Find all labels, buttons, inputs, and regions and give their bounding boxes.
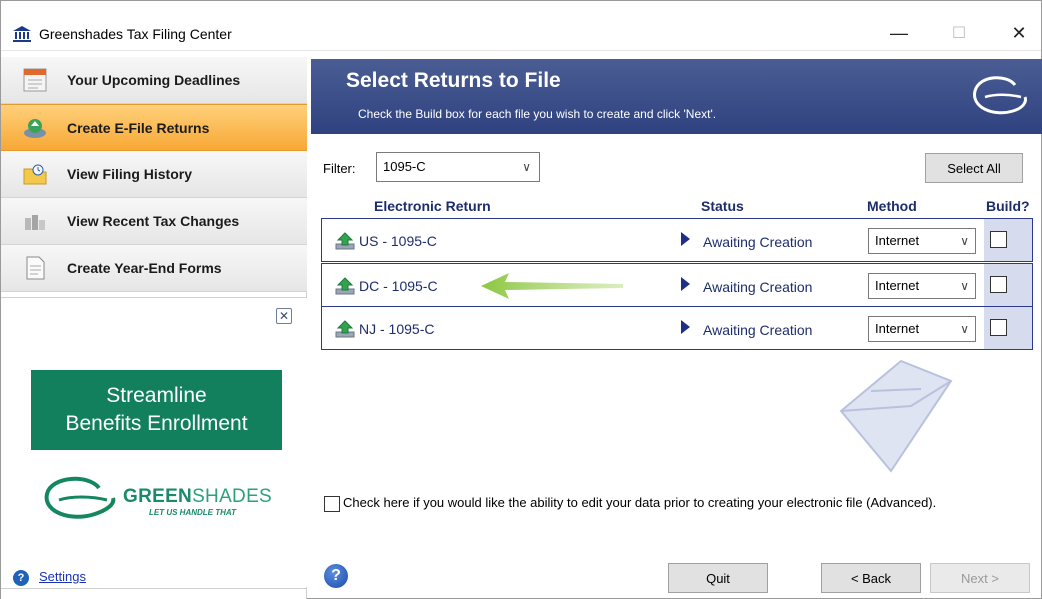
advanced-edit-checkbox[interactable]	[324, 496, 340, 512]
column-header-method: Method	[867, 198, 917, 214]
sidebar: Your Upcoming Deadlines Create E-File Re…	[1, 57, 307, 599]
build-checkbox[interactable]	[990, 231, 1007, 248]
envelope-watermark-icon	[839, 359, 953, 473]
return-status: Awaiting Creation	[703, 234, 813, 250]
filter-label: Filter:	[323, 161, 356, 176]
chevron-down-icon: ∨	[960, 234, 969, 248]
chevron-down-icon: ∨	[522, 160, 531, 174]
window-title: Greenshades Tax Filing Center	[39, 26, 232, 42]
return-name: NJ - 1095-C	[359, 321, 435, 337]
return-status: Awaiting Creation	[703, 279, 813, 295]
play-icon[interactable]	[681, 277, 690, 291]
table-row: DC - 1095-C Awaiting Creation Internet ∨	[321, 263, 1033, 307]
build-checkbox[interactable]	[990, 319, 1007, 336]
sidebar-item-label: Create Year-End Forms	[67, 260, 222, 276]
title-bar: Greenshades Tax Filing Center — ☐ ✕	[1, 1, 1041, 51]
sidebar-item-view-recent-tax-changes[interactable]: View Recent Tax Changes	[1, 198, 307, 245]
greenshades-swoosh-icon	[44, 476, 116, 519]
folder-icon	[23, 164, 47, 185]
document-icon	[26, 256, 45, 280]
sidebar-footer	[1, 588, 307, 599]
method-dropdown[interactable]: Internet ∨	[868, 316, 976, 342]
build-cell	[984, 264, 1032, 306]
build-checkbox[interactable]	[990, 276, 1007, 293]
ad-close-icon[interactable]: ✕	[276, 308, 292, 324]
page-subtitle: Check the Build box for each file you wi…	[358, 107, 717, 121]
ad-line-2: Benefits Enrollment	[65, 412, 248, 435]
efile-icon	[24, 119, 46, 138]
return-name: DC - 1095-C	[359, 278, 438, 294]
page-title: Select Returns to File	[346, 69, 561, 92]
close-button[interactable]: ✕	[997, 19, 1041, 47]
upload-icon	[335, 277, 355, 295]
column-header-status: Status	[701, 198, 744, 214]
method-dropdown[interactable]: Internet ∨	[868, 228, 976, 254]
maximize-button[interactable]: ☐	[937, 19, 981, 47]
brand-name: GREENSHADES	[123, 486, 273, 507]
upload-icon	[335, 320, 355, 338]
help-icon[interactable]: ?	[13, 570, 29, 586]
method-value: Internet	[875, 321, 920, 336]
sidebar-item-view-filing-history[interactable]: View Filing History	[1, 151, 307, 198]
select-all-button[interactable]: Select All	[925, 153, 1023, 183]
calendar-icon	[23, 68, 47, 92]
sidebar-item-label: View Recent Tax Changes	[67, 213, 240, 229]
filter-value: 1095-C	[383, 159, 426, 174]
help-icon[interactable]: ?	[324, 564, 348, 588]
column-header-return: Electronic Return	[374, 198, 491, 214]
page-header: Select Returns to File Check the Build b…	[311, 59, 1042, 134]
quit-button[interactable]: Quit	[668, 563, 768, 593]
greenshades-logo-icon	[973, 76, 1027, 115]
ad-line-1: Streamline	[106, 384, 207, 407]
chevron-down-icon: ∨	[960, 279, 969, 293]
chevron-down-icon: ∨	[960, 322, 969, 336]
ad-banner[interactable]: Streamline Benefits Enrollment	[31, 370, 282, 450]
next-button[interactable]: Next >	[930, 563, 1030, 593]
return-status: Awaiting Creation	[703, 322, 813, 338]
return-name: US - 1095-C	[359, 233, 437, 249]
coins-icon	[25, 215, 45, 230]
method-value: Internet	[875, 278, 920, 293]
build-cell	[984, 219, 1032, 261]
sidebar-item-upcoming-deadlines[interactable]: Your Upcoming Deadlines	[1, 57, 307, 104]
sidebar-item-label: View Filing History	[67, 166, 192, 182]
left-arrow-icon	[481, 273, 623, 299]
advanced-edit-label[interactable]: Check here if you would like the ability…	[343, 495, 936, 510]
method-dropdown[interactable]: Internet ∨	[868, 273, 976, 299]
greenshades-logo: GREENSHADES LET US HANDLE THAT	[41, 476, 281, 524]
build-cell	[984, 307, 1032, 349]
sidebar-item-label: Your Upcoming Deadlines	[67, 72, 241, 88]
upload-icon	[335, 232, 355, 250]
sidebar-item-create-year-end-forms[interactable]: Create Year-End Forms	[1, 245, 307, 292]
table-row: NJ - 1095-C Awaiting Creation Internet ∨	[321, 306, 1033, 350]
filter-dropdown[interactable]: 1095-C ∨	[376, 152, 540, 182]
sidebar-item-create-efile-returns[interactable]: Create E-File Returns	[1, 104, 307, 151]
play-icon[interactable]	[681, 232, 690, 246]
back-button[interactable]: < Back	[821, 563, 921, 593]
sidebar-item-label: Create E-File Returns	[67, 119, 210, 136]
play-icon[interactable]	[681, 320, 690, 334]
method-value: Internet	[875, 233, 920, 248]
sidebar-nav: Your Upcoming Deadlines Create E-File Re…	[1, 57, 307, 292]
table-row: US - 1095-C Awaiting Creation Internet ∨	[321, 218, 1033, 262]
ad-panel: ✕ Streamline Benefits Enrollment GREENSH…	[1, 297, 307, 587]
bank-icon	[13, 26, 31, 42]
minimize-button[interactable]: —	[877, 19, 921, 47]
column-header-build: Build?	[986, 198, 1030, 214]
settings-link[interactable]: Settings	[39, 569, 86, 584]
brand-tagline: LET US HANDLE THAT	[149, 508, 236, 517]
app-window: Greenshades Tax Filing Center — ☐ ✕ Your…	[0, 0, 1042, 599]
